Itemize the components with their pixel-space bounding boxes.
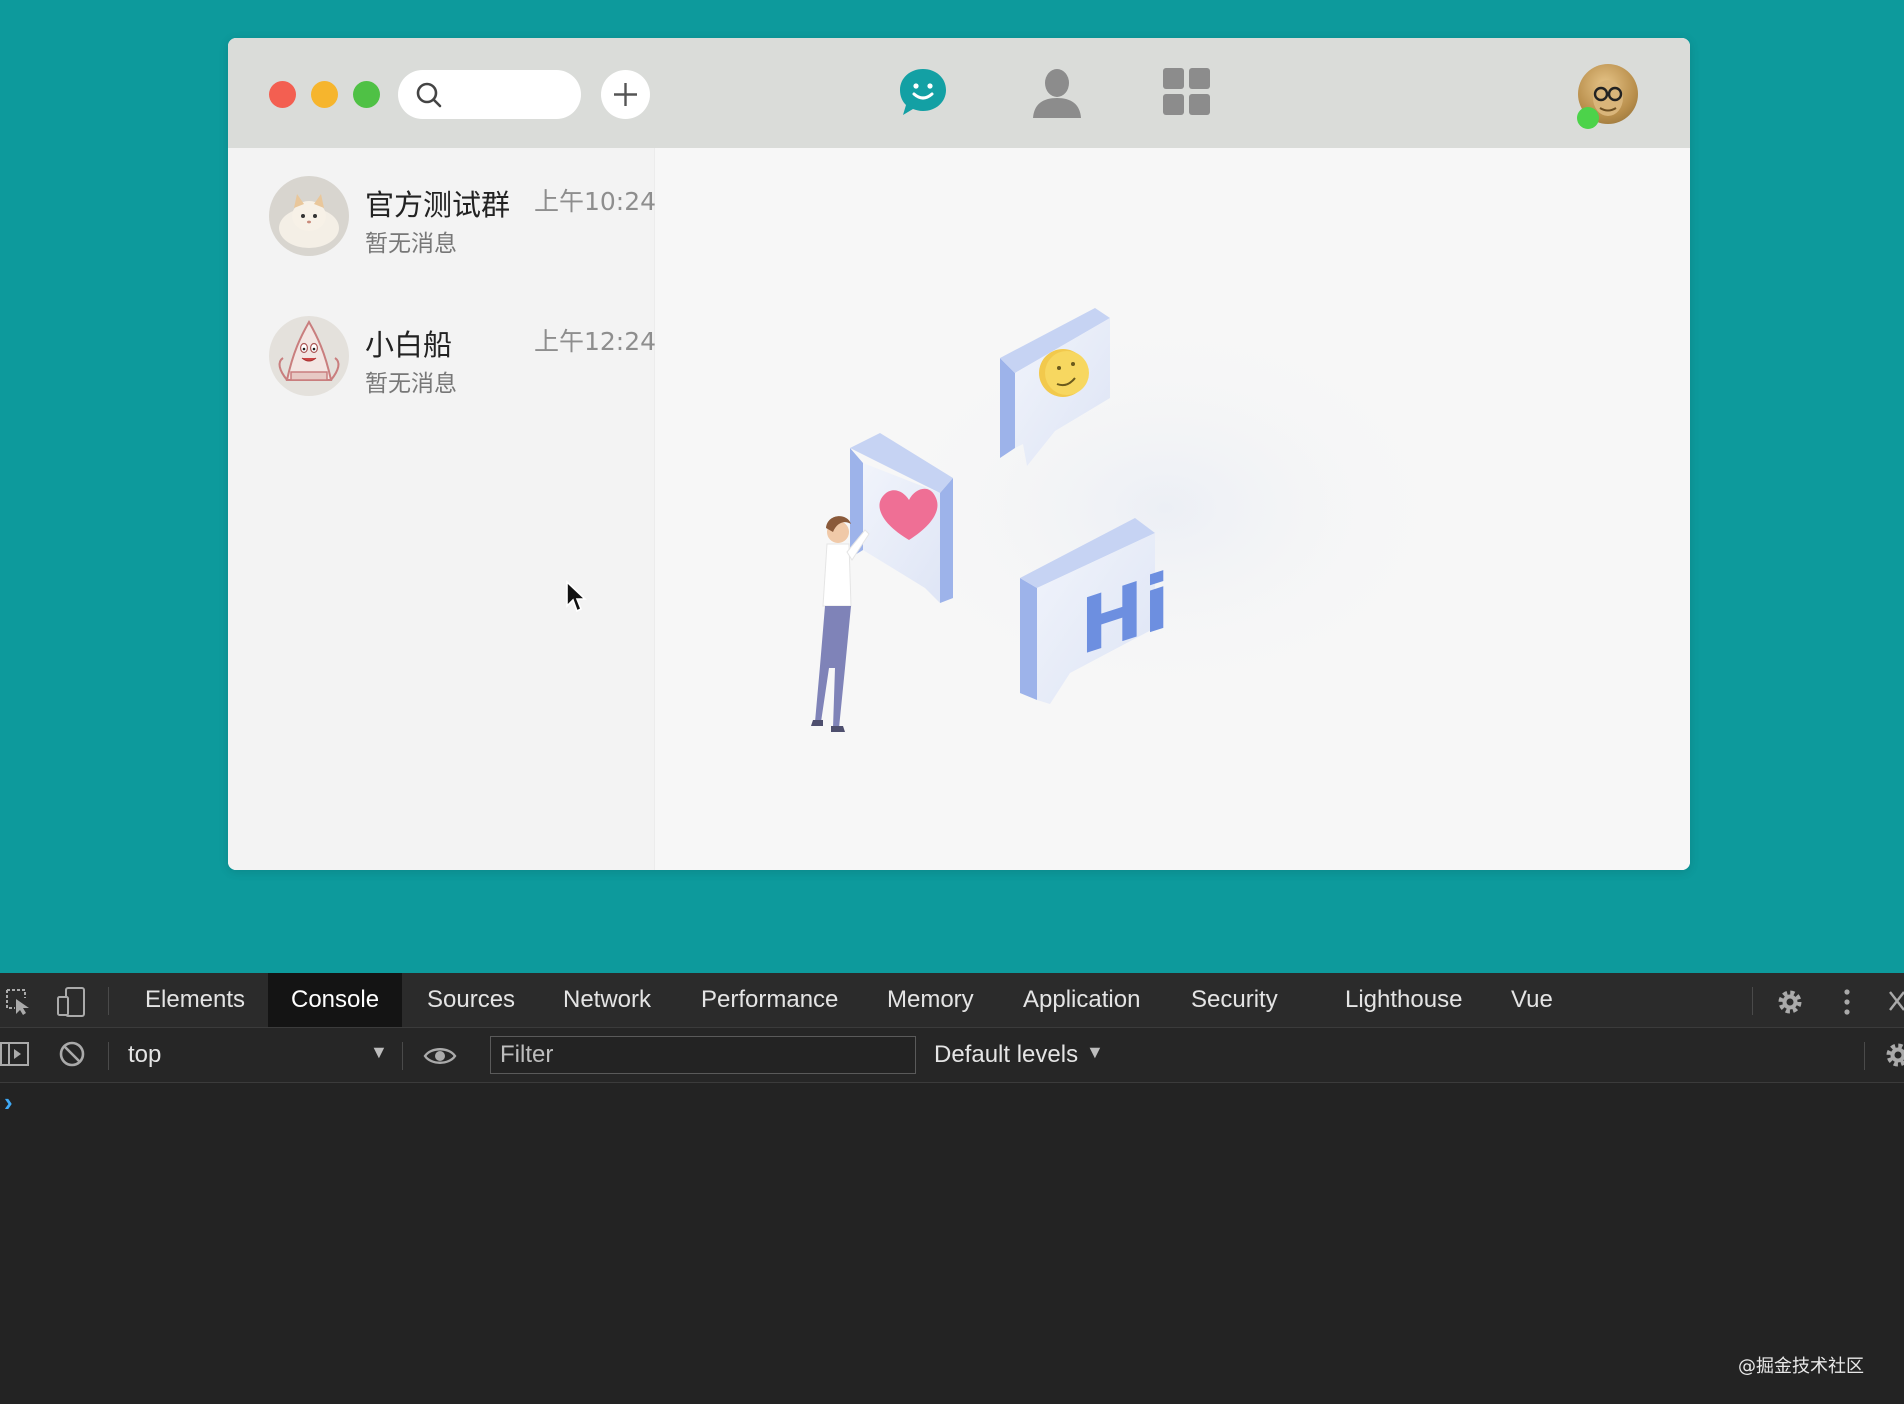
toolbar-divider: [108, 1042, 109, 1070]
tab-network[interactable]: Network: [540, 973, 674, 1027]
tab-console[interactable]: Console: [268, 973, 403, 1027]
chevron-down-icon: ▼: [370, 1042, 388, 1062]
more-options-icon[interactable]: [1840, 987, 1854, 1017]
search-icon: [416, 82, 442, 108]
chevron-down-icon: ▼: [1086, 1042, 1104, 1062]
toolbar-divider: [402, 1042, 403, 1070]
minimize-window-button[interactable]: [311, 81, 338, 108]
online-status-indicator: [1577, 107, 1599, 129]
title-bar: [228, 38, 1690, 148]
tab-application[interactable]: Application: [1000, 973, 1163, 1027]
console-prompt[interactable]: ›: [4, 1087, 13, 1118]
empty-state-illustration: Hi: [811, 308, 1465, 732]
toolbar-divider: [1752, 987, 1753, 1015]
tab-performance[interactable]: Performance: [678, 973, 861, 1027]
log-levels-label: Default levels: [934, 1041, 1079, 1068]
chat-name: 官方测试群: [365, 188, 511, 222]
chat-bubble-icon[interactable]: [897, 66, 949, 118]
chat-list: 官方测试群 上午10:24 暂无消息 小白船 上午12:24 暂无消息: [228, 148, 656, 870]
tab-sources[interactable]: Sources: [404, 973, 538, 1027]
chat-item-official-test-group[interactable]: 官方测试群 上午10:24 暂无消息: [228, 148, 656, 268]
close-window-button[interactable]: [269, 81, 296, 108]
maximize-window-button[interactable]: [353, 81, 380, 108]
settings-gear-icon[interactable]: [1775, 987, 1805, 1017]
patrick-avatar: [269, 316, 349, 396]
conversation-empty-state: Hi: [655, 148, 1690, 870]
clear-console-icon[interactable]: [58, 1040, 86, 1068]
inspect-element-icon[interactable]: [4, 987, 32, 1015]
eye-icon[interactable]: [423, 1045, 457, 1067]
context-selector-value: top: [128, 1041, 162, 1068]
chat-preview: 暂无消息: [365, 371, 457, 397]
plus-icon: [614, 83, 637, 106]
search-input[interactable]: [398, 70, 581, 119]
add-button[interactable]: [601, 70, 650, 119]
tab-vue[interactable]: Vue: [1488, 973, 1576, 1027]
chat-app-window: 官方测试群 上午10:24 暂无消息 小白船 上午12:24 暂无消息 Hi: [228, 38, 1690, 870]
log-levels-dropdown[interactable]: Default levels ▼: [924, 1028, 1124, 1082]
console-settings-gear-icon[interactable]: [1884, 1041, 1904, 1069]
device-toolbar-icon[interactable]: [56, 987, 88, 1017]
mouse-cursor-icon: [566, 580, 587, 613]
tab-security[interactable]: Security: [1168, 973, 1301, 1027]
devtools-tab-bar: Elements Console Sources Network Perform…: [0, 973, 1904, 1028]
console-filter-input[interactable]: [490, 1036, 916, 1074]
devtools-panel: Elements Console Sources Network Perform…: [0, 973, 1904, 1404]
chat-name: 小白船: [365, 328, 453, 362]
context-selector[interactable]: top ▼: [110, 1028, 390, 1082]
tab-lighthouse[interactable]: Lighthouse: [1322, 973, 1485, 1027]
cat-avatar: [269, 176, 349, 256]
chat-item-xiaobaichuan[interactable]: 小白船 上午12:24 暂无消息: [228, 288, 656, 408]
grid-icon[interactable]: [1163, 66, 1211, 116]
watermark: @掘金技术社区: [1738, 1356, 1864, 1377]
close-devtools-icon[interactable]: [1888, 990, 1904, 1012]
toolbar-divider: [108, 987, 109, 1015]
tab-elements[interactable]: Elements: [122, 973, 268, 1027]
chat-preview: 暂无消息: [365, 231, 457, 257]
toolbar-divider: [1864, 1042, 1865, 1070]
console-toolbar: top ▼ Default levels ▼: [0, 1028, 1904, 1083]
chat-time: 上午10:24: [534, 187, 657, 216]
person-icon[interactable]: [1031, 66, 1083, 120]
show-sidebar-icon[interactable]: [0, 1041, 30, 1067]
chat-time: 上午12:24: [534, 327, 657, 356]
tab-memory[interactable]: Memory: [864, 973, 997, 1027]
